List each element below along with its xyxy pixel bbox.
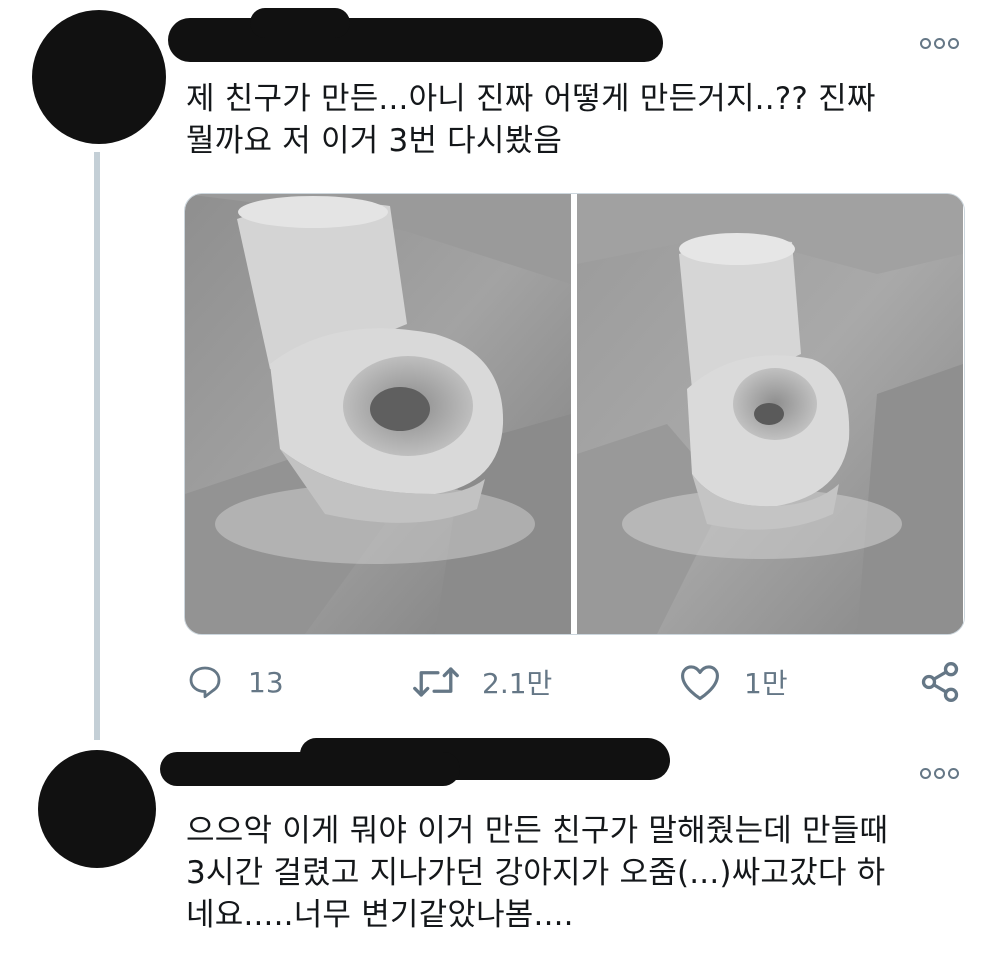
heart-icon [681, 665, 719, 701]
more-options-icon[interactable] [920, 38, 959, 49]
retweet-button[interactable]: 2.1만 [412, 656, 552, 708]
share-button[interactable] [918, 656, 962, 708]
avatar[interactable] [38, 750, 156, 868]
thread-connector-line [94, 152, 100, 740]
tweet-text-line: 3시간 걸렸고 지나가던 강아지가 오줌(...)싸고갔다 하 [186, 855, 886, 891]
tweet-text-line: 뭘까요 저 이거 3번 다시봤음 [186, 123, 563, 159]
tweet-text-line: 으으악 이게 뭐야 이거 만든 친구가 말해줬는데 만들때 [186, 813, 889, 849]
tweet-actions: 13 2.1만 1만 [184, 656, 964, 708]
more-options-icon[interactable] [920, 768, 959, 779]
redacted-handle [250, 8, 350, 38]
tweet-text: 제 친구가 만든...아니 진짜 어떻게 만든거지..?? 진짜 뭘까요 저 이… [186, 78, 876, 162]
redacted-username [168, 18, 663, 62]
retweet-count: 2.1만 [482, 667, 553, 700]
reply-icon [189, 666, 221, 699]
media-photo-left[interactable] [185, 194, 571, 634]
like-button[interactable]: 1만 [678, 656, 788, 708]
retweet-icon [413, 667, 459, 697]
tweet-text: 으으악 이게 뭐야 이거 만든 친구가 말해줬는데 만들때 3시간 걸렸고 지나… [186, 810, 888, 936]
tweet-text-line: 네요.....너무 변기같았나봄.... [186, 897, 574, 933]
share-icon [921, 662, 959, 702]
media-photo-right[interactable] [577, 194, 963, 634]
reply-count: 13 [248, 665, 284, 699]
tweet-media[interactable] [184, 193, 965, 635]
reply-button[interactable]: 13 [184, 656, 284, 708]
avatar[interactable] [32, 10, 166, 144]
redacted-handle [160, 752, 460, 786]
like-count: 1만 [744, 667, 788, 700]
tweet-text-line: 제 친구가 만든...아니 진짜 어떻게 만든거지..?? 진짜 [186, 81, 876, 117]
